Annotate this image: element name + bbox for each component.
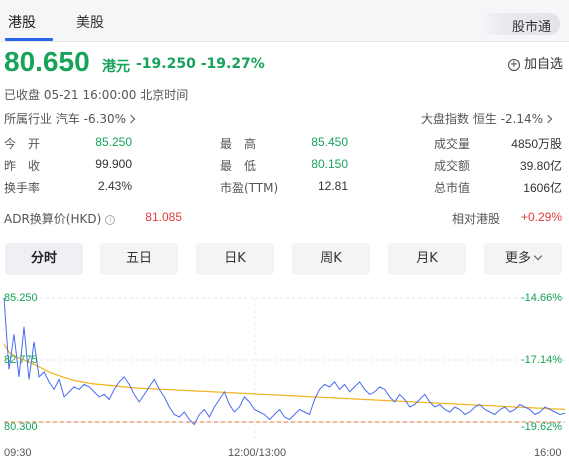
index-label: 大盘指数 恒生 -2.14% (421, 112, 544, 126)
period-5day-button[interactable]: 五日 (100, 243, 178, 275)
period-monthly-k-label: 月K (416, 251, 438, 266)
x-tick-close: 16:00 (534, 447, 562, 459)
y-left-tick-mid: 82.775 (4, 354, 38, 366)
volume-label: 成交量 (434, 137, 471, 151)
top-bar: 港股 美股 股市通 (0, 0, 569, 42)
high-label: 最 高 (220, 137, 257, 151)
prev-close-label: 昨 收 (4, 159, 41, 173)
industry-label: 所属行业 汽车 -6.30% (4, 112, 127, 126)
low-label: 最 低 (220, 159, 257, 173)
info-icon[interactable]: i (105, 215, 116, 225)
adr-value: 81.085 (145, 210, 182, 224)
price-change: -19.250 -19.27% (136, 56, 265, 72)
x-tick-open: 09:30 (4, 447, 32, 459)
chevron-right-icon (126, 114, 136, 124)
open-label: 今 开 (4, 137, 41, 151)
market-cap-value: 1606亿 (523, 181, 562, 195)
relative-hk-label: 相对港股 (452, 212, 501, 226)
period-intraday-button[interactable]: 分时 (5, 243, 83, 275)
low-value: 80.150 (311, 157, 348, 171)
y-left-tick-bottom: 80.300 (4, 421, 38, 433)
pe-label: 市盈(TTM) (220, 181, 279, 195)
adr-price-row: ADR换算价(HKD) i (4, 210, 116, 227)
index-link[interactable]: 大盘指数 恒生 -2.14% (421, 110, 553, 127)
period-more-button[interactable]: 更多 (484, 243, 562, 275)
chevron-down-icon (533, 251, 543, 261)
price-line (3, 297, 566, 426)
tab-us-stocks[interactable]: 美股 (76, 12, 104, 32)
active-tab-indicator (5, 38, 53, 41)
y-right-tick-mid: -17.14% (521, 354, 562, 366)
market-link-label: 股市通 (511, 20, 551, 35)
relative-hk-value: +0.29% (520, 210, 562, 224)
high-value: 85.450 (311, 135, 348, 149)
period-5day-label: 五日 (125, 251, 152, 266)
market-link[interactable]: 股市通 (480, 13, 560, 35)
pe-value: 12.81 (317, 179, 348, 193)
period-weekly-k-label: 周K (320, 251, 342, 266)
period-weekly-k-button[interactable]: 周K (292, 243, 370, 275)
y-right-tick-bottom: -19.62% (521, 421, 562, 433)
period-daily-k-button[interactable]: 日K (196, 243, 274, 275)
period-intraday-label: 分时 (30, 251, 57, 266)
average-price-line (3, 343, 566, 411)
add-watchlist-button[interactable]: + 加自选 (508, 53, 563, 72)
turnover-rate-label: 换手率 (4, 181, 41, 195)
volume-value: 4850万股 (511, 137, 562, 151)
period-daily-k-label: 日K (224, 251, 246, 266)
x-tick-noon: 12:00/13:00 (228, 447, 287, 459)
tab-hk-stocks[interactable]: 港股 (8, 12, 36, 32)
currency: 港元 (102, 59, 130, 75)
industry-link[interactable]: 所属行业 汽车 -6.30% (4, 110, 136, 127)
plus-circle-icon: + (508, 59, 520, 71)
turnover-value: 39.80亿 (519, 159, 562, 173)
market-status: 已收盘 05-21 16:00:00 北京时间 (4, 88, 189, 102)
chevron-right-icon (543, 114, 553, 124)
turnover-rate-value: 2.43% (97, 179, 132, 193)
y-left-tick-top: 85.250 (4, 292, 38, 304)
period-monthly-k-button[interactable]: 月K (388, 243, 466, 275)
prev-close-value: 99.900 (95, 157, 132, 171)
y-right-tick-top: -14.66% (521, 292, 562, 304)
current-price: 80.650 (4, 46, 90, 77)
period-more-label: 更多 (504, 251, 531, 266)
add-watchlist-label: 加自选 (524, 57, 564, 72)
intraday-chart[interactable] (0, 290, 569, 440)
market-cap-label: 总市值 (434, 181, 471, 195)
open-value: 85.250 (95, 135, 132, 149)
turnover-label: 成交额 (434, 159, 471, 173)
adr-label: ADR换算价(HKD) (4, 212, 102, 226)
